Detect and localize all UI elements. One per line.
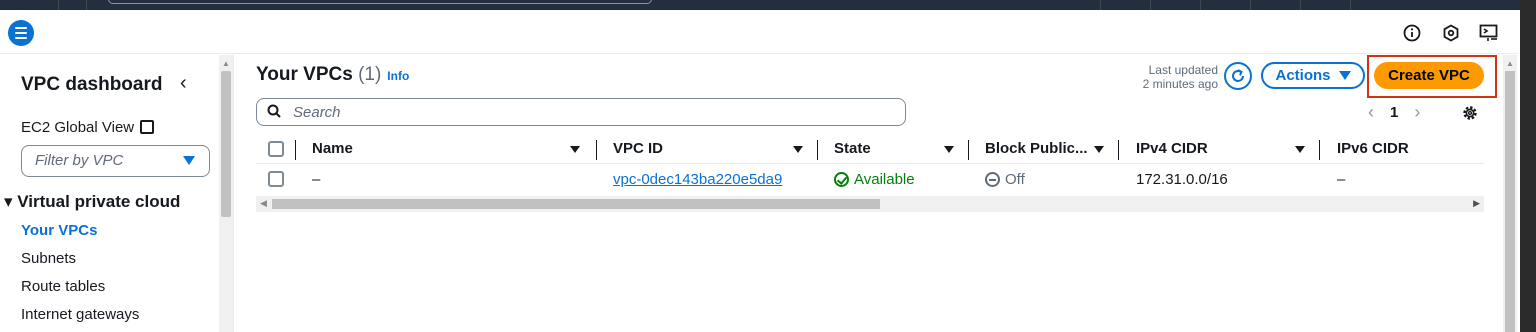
previous-page-icon[interactable]: ‹ bbox=[1368, 102, 1374, 123]
cell-ipv4-cidr: 172.31.0.0/16 bbox=[1136, 171, 1228, 188]
cell-vpc-id-link[interactable]: vpc-0dec143ba220e5da9 bbox=[613, 171, 782, 188]
vpc-filter-placeholder: Filter by VPC bbox=[35, 152, 124, 169]
sidebar-item-subnets[interactable]: Subnets bbox=[21, 250, 76, 267]
section-virtual-private-cloud[interactable]: ▾ Virtual private cloud bbox=[4, 192, 180, 212]
minus-circle-icon bbox=[985, 172, 1000, 187]
hamburger-menu-icon[interactable] bbox=[8, 20, 34, 46]
caret-down-icon bbox=[183, 156, 195, 165]
pagination: ‹ 1 › bbox=[1368, 102, 1420, 123]
next-page-icon[interactable]: › bbox=[1414, 102, 1420, 123]
row-checkbox[interactable] bbox=[268, 171, 284, 187]
cell-name: – bbox=[312, 171, 321, 188]
scroll-up-icon[interactable]: ▲ bbox=[222, 59, 230, 68]
refresh-icon bbox=[1232, 69, 1244, 82]
collapse-sidebar-icon[interactable]: ‹ bbox=[180, 72, 187, 95]
sort-icon[interactable] bbox=[944, 146, 954, 153]
check-circle-icon bbox=[834, 172, 849, 187]
cell-block-public: Off bbox=[985, 171, 1025, 188]
sidebar: VPC dashboard ‹ EC2 Global View Filter b… bbox=[0, 55, 219, 332]
sort-icon[interactable] bbox=[1094, 146, 1104, 153]
tab-divider bbox=[1200, 0, 1201, 10]
column-divider bbox=[596, 140, 597, 160]
column-header-block-public[interactable]: Block Public... bbox=[985, 140, 1088, 157]
sidebar-item-internet-gateways[interactable]: Internet gateways bbox=[21, 306, 139, 323]
table-row[interactable]: – vpc-0dec143ba220e5da9 Available Off 17… bbox=[256, 166, 1484, 194]
block-public-text: Off bbox=[1005, 171, 1025, 188]
main-scroll-thumb[interactable] bbox=[1505, 71, 1515, 332]
page-title: Your VPCs (1) Info bbox=[256, 64, 409, 86]
actions-dropdown-button[interactable]: Actions bbox=[1261, 62, 1365, 89]
scroll-up-icon[interactable]: ▲ bbox=[1506, 59, 1514, 68]
hexagon-icon[interactable] bbox=[1441, 23, 1461, 43]
sort-icon[interactable] bbox=[570, 146, 580, 153]
content-divider bbox=[233, 55, 234, 332]
ec2-global-view-label: EC2 Global View bbox=[21, 119, 135, 136]
actions-label: Actions bbox=[1275, 67, 1331, 84]
scroll-right-icon[interactable]: ▶ bbox=[1473, 198, 1480, 209]
table-horizontal-scrollbar[interactable]: ◀ ▶ bbox=[256, 196, 1484, 212]
column-divider bbox=[295, 140, 296, 160]
search-icon bbox=[267, 104, 281, 118]
last-updated-label: Last updated bbox=[1148, 63, 1218, 77]
sidebar-scroll-thumb[interactable] bbox=[221, 71, 231, 217]
create-vpc-button[interactable]: Create VPC bbox=[1374, 62, 1484, 89]
sidebar-scrollbar[interactable]: ▲ bbox=[219, 55, 233, 332]
last-updated: Last updated 2 minutes ago bbox=[1110, 63, 1218, 91]
column-divider bbox=[968, 140, 969, 160]
column-header-ipv4-cidr[interactable]: IPv4 CIDR bbox=[1136, 140, 1208, 157]
tab-divider bbox=[1150, 0, 1151, 10]
tab-divider bbox=[1300, 0, 1301, 10]
cloudshell-icon[interactable] bbox=[1479, 23, 1499, 43]
refresh-button[interactable] bbox=[1224, 62, 1252, 90]
column-divider bbox=[817, 140, 818, 160]
column-header-vpc-id[interactable]: VPC ID bbox=[613, 140, 663, 157]
tab-divider bbox=[1250, 0, 1251, 10]
column-divider bbox=[1118, 140, 1119, 160]
external-link-icon bbox=[140, 120, 155, 134]
window-edge-inner bbox=[1517, 10, 1520, 332]
scroll-left-icon[interactable]: ◀ bbox=[260, 198, 267, 209]
gear-icon[interactable] bbox=[1461, 104, 1479, 122]
tab-divider bbox=[1350, 0, 1351, 10]
search-input[interactable]: Search bbox=[256, 98, 906, 126]
address-bar[interactable] bbox=[108, 0, 652, 4]
table-header: Name VPC ID State Block Public... IPv4 C… bbox=[256, 136, 1484, 164]
sidebar-title[interactable]: VPC dashboard bbox=[21, 74, 162, 96]
sort-icon[interactable] bbox=[1295, 146, 1305, 153]
sidebar-item-your-vpcs[interactable]: Your VPCs bbox=[21, 222, 97, 239]
vpc-filter-select[interactable]: Filter by VPC bbox=[21, 145, 210, 177]
column-header-ipv6-cidr[interactable]: IPv6 CIDR bbox=[1337, 140, 1409, 157]
cell-ipv6-cidr: – bbox=[1337, 171, 1346, 188]
last-updated-time: 2 minutes ago bbox=[1142, 77, 1218, 91]
info-circle-icon[interactable] bbox=[1402, 23, 1422, 43]
state-text: Available bbox=[854, 171, 915, 188]
ec2-global-view-link[interactable]: EC2 Global View bbox=[21, 118, 155, 136]
page-number[interactable]: 1 bbox=[1390, 104, 1398, 121]
tab-divider bbox=[86, 0, 87, 10]
info-link[interactable]: Info bbox=[387, 69, 409, 83]
sidebar-item-route-tables[interactable]: Route tables bbox=[21, 278, 105, 295]
main-scrollbar[interactable]: ▲ bbox=[1503, 55, 1517, 332]
section-label: Virtual private cloud bbox=[17, 192, 181, 211]
sort-icon[interactable] bbox=[793, 146, 803, 153]
browser-top-strip bbox=[0, 0, 1536, 10]
column-divider bbox=[1319, 140, 1320, 160]
console-header bbox=[0, 10, 1517, 54]
tab-divider bbox=[58, 0, 59, 10]
select-all-checkbox[interactable] bbox=[268, 141, 284, 157]
vpc-count: (1) bbox=[358, 64, 382, 85]
tab-divider bbox=[1100, 0, 1101, 10]
column-header-state[interactable]: State bbox=[834, 140, 871, 157]
column-header-name[interactable]: Name bbox=[312, 140, 353, 157]
cell-state: Available bbox=[834, 171, 915, 188]
window-edge bbox=[1520, 0, 1536, 332]
horizontal-scroll-thumb[interactable] bbox=[272, 199, 880, 209]
caret-down-icon bbox=[1338, 71, 1351, 80]
page-title-text: Your VPCs bbox=[256, 64, 353, 85]
search-placeholder: Search bbox=[293, 104, 341, 121]
